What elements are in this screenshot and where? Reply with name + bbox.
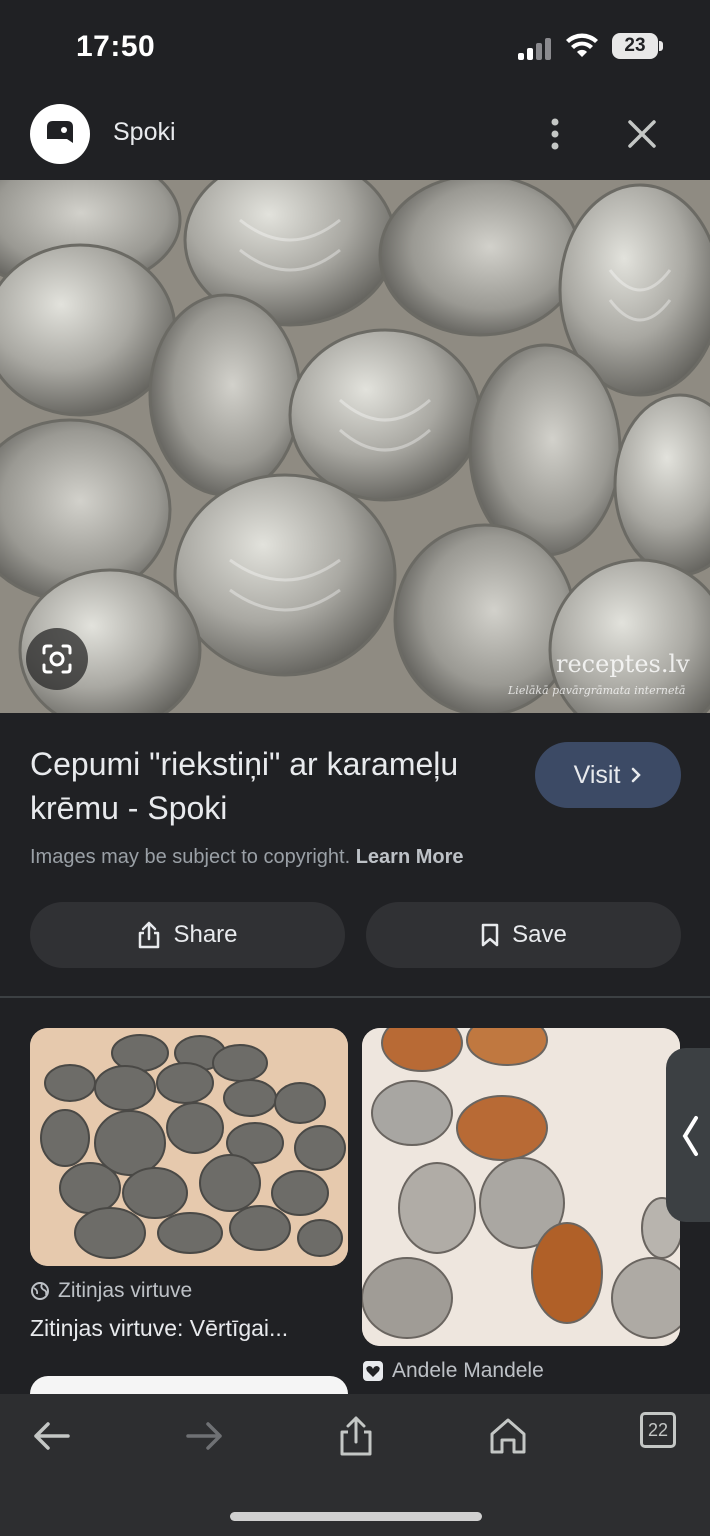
save-label: Save xyxy=(512,921,567,948)
related-source-label-1: Zitinjas virtuve xyxy=(58,1279,193,1302)
battery-tip xyxy=(659,41,663,51)
bottom-toolbar: 22 xyxy=(0,1394,710,1536)
chevron-left-icon xyxy=(682,1116,698,1156)
related-image-2[interactable] xyxy=(362,1028,680,1346)
learn-more-link[interactable]: Learn More xyxy=(356,846,464,868)
copyright-notice: Images may be subject to copyright. Lear… xyxy=(30,846,464,869)
share-label: Share xyxy=(173,921,238,948)
related-photo-1 xyxy=(30,1028,348,1266)
status-time: 17:50 xyxy=(76,30,156,63)
related-source-2[interactable]: Andele Mandele xyxy=(362,1359,544,1383)
share-button[interactable]: Share xyxy=(30,902,345,968)
wifi-icon xyxy=(566,33,598,57)
visit-label: Visit xyxy=(573,760,621,789)
site-name[interactable]: Spoki xyxy=(113,118,176,147)
status-bar: 17:50 23 xyxy=(0,0,710,90)
forward-arrow-icon[interactable] xyxy=(182,1414,226,1458)
home-indicator[interactable] xyxy=(230,1512,482,1521)
walnut-molds-photo xyxy=(0,180,710,713)
more-options-icon[interactable] xyxy=(540,114,570,154)
visit-button[interactable]: Visit xyxy=(535,742,681,808)
share-icon xyxy=(139,921,160,949)
side-panel-handle[interactable] xyxy=(666,1048,710,1222)
back-arrow-icon[interactable] xyxy=(30,1414,74,1458)
image-watermark: receptes.lv xyxy=(556,650,690,678)
divider xyxy=(0,996,710,998)
related-photo-2 xyxy=(362,1028,680,1346)
bookmark-icon xyxy=(481,923,499,947)
lens-icon xyxy=(42,644,72,674)
lens-search-button[interactable] xyxy=(26,628,88,690)
related-source-1[interactable]: Zitinjas virtuve xyxy=(30,1279,192,1303)
save-button[interactable]: Save xyxy=(366,902,681,968)
main-image[interactable]: receptes.lv Lielākā pavārgrāmata interne… xyxy=(0,180,710,713)
related-image-1[interactable] xyxy=(30,1028,348,1266)
related-title-1[interactable]: Zitinjas virtuve: Vērtīgai... xyxy=(30,1315,288,1342)
battery-icon: 23 xyxy=(612,33,658,59)
chevron-right-icon xyxy=(632,767,642,783)
related-source-label-2: Andele Mandele xyxy=(392,1359,544,1382)
site-logo-icon[interactable] xyxy=(30,104,90,164)
image-watermark-subtitle: Lielākā pavārgrāmata internetā xyxy=(508,684,686,697)
heart-favicon-icon xyxy=(363,1361,383,1381)
signal-icon xyxy=(518,36,554,60)
home-icon[interactable] xyxy=(486,1414,530,1458)
header: Spoki xyxy=(0,90,710,180)
globe-icon xyxy=(31,1282,49,1300)
result-title: Cepumi "riekstiņi" ar karameļu krēmu - S… xyxy=(30,746,459,826)
close-icon[interactable] xyxy=(624,116,660,152)
share-page-icon[interactable] xyxy=(334,1414,378,1458)
copyright-text: Images may be subject to copyright. xyxy=(30,846,351,868)
tab-switcher-button[interactable]: 22 xyxy=(640,1412,676,1448)
